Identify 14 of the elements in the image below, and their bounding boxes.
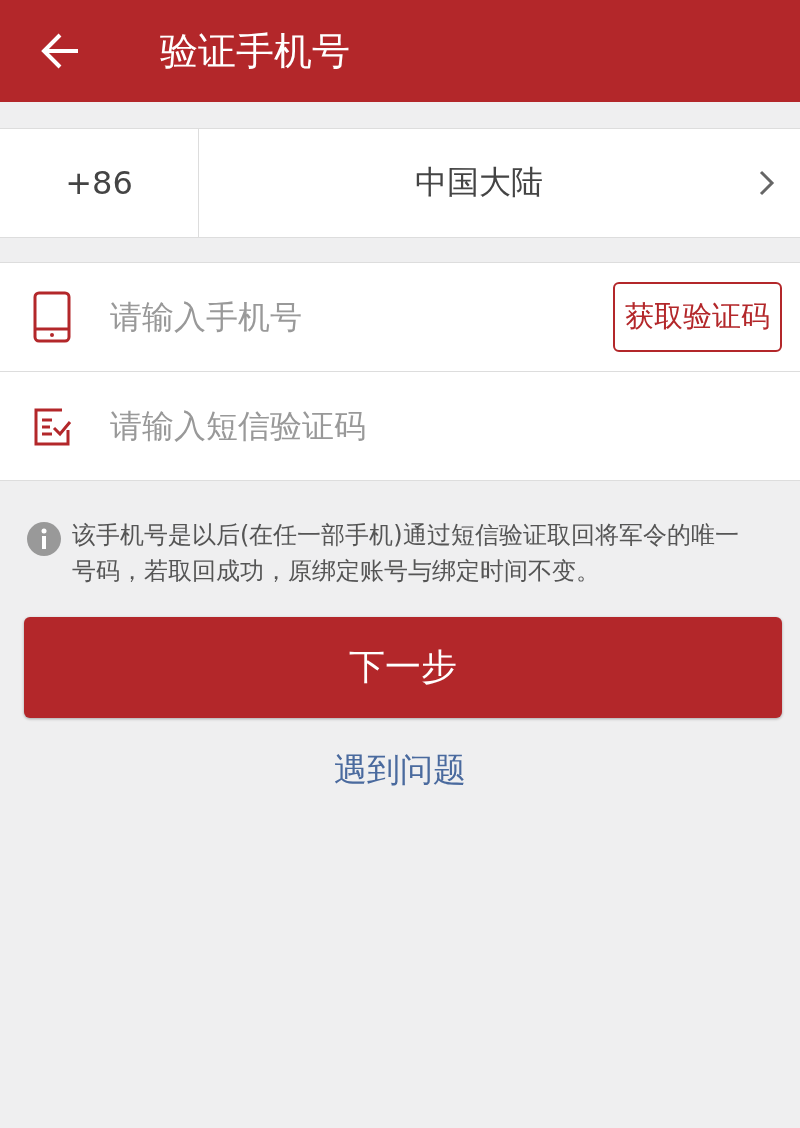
- country-code: +86: [0, 129, 199, 237]
- region-name: 中国大陆: [413, 162, 544, 203]
- region-selector[interactable]: +86 中国大陆: [0, 128, 800, 238]
- next-button[interactable]: 下一步: [24, 617, 782, 718]
- phone-icon: [32, 291, 72, 343]
- get-code-button[interactable]: 获取验证码: [613, 282, 782, 352]
- chevron-right-icon: [758, 169, 776, 197]
- info-icon: [26, 521, 62, 557]
- sms-code-field[interactable]: 请输入短信验证码: [0, 372, 800, 481]
- sms-code-input-field[interactable]: 请输入短信验证码: [108, 406, 800, 446]
- help-link[interactable]: 遇到问题: [334, 750, 466, 789]
- notice-text: 该手机号是以后(在任一部手机)通过短信验证取回将军令的唯一号码，若取回成功，原绑定账号与绑定时间不变。: [72, 520, 740, 587]
- phone-input-field[interactable]: 请输入手机号: [108, 297, 613, 337]
- page-title: 验证手机号: [160, 27, 350, 75]
